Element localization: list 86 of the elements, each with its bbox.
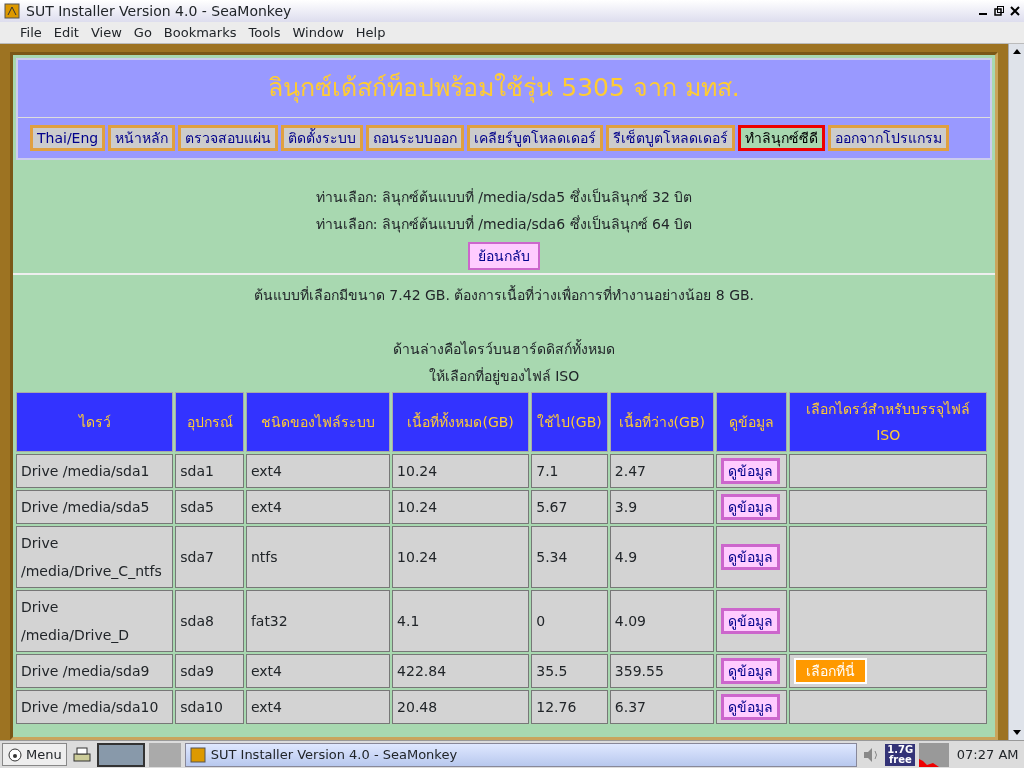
- table-cell: 20.48: [392, 690, 530, 725]
- close-icon[interactable]: [1010, 6, 1020, 16]
- table-cell: ext4: [245, 654, 391, 689]
- size-note: ต้นแบบที่เลือกมีขนาด 7.42 GB. ต้องการเนื้อที่ว่างเพื่อการที่ทำงานอย่างน้อย 8 GB.: [252, 284, 756, 306]
- info-button[interactable]: ดูข้อมูล: [720, 694, 780, 721]
- clock: 07:27 AM: [955, 745, 1020, 764]
- column-header: ใช้ไป(GB): [531, 392, 608, 453]
- table-cell: 35.5: [531, 654, 608, 689]
- nav-button[interactable]: เคลียร์บูตโหลดเดอร์: [467, 124, 604, 152]
- column-header: ไดรว์: [16, 392, 174, 453]
- info-button[interactable]: ดูข้อมูล: [720, 494, 780, 521]
- menu-item[interactable]: Bookmarks: [157, 22, 243, 43]
- instruction-text: ให้เลือกที่อยู่ของไฟล์ ISO: [427, 366, 581, 387]
- table-cell: Drive /media/sda5: [16, 490, 174, 525]
- table-cell: Drive /media/Drive_D: [16, 590, 174, 653]
- taskbar-button[interactable]: SUT Installer Version 4.0 - SeaMonkey: [184, 742, 858, 767]
- table-cell: 359.55: [609, 654, 714, 689]
- table-cell: 6.37: [609, 690, 714, 725]
- table-cell: 4.09: [609, 590, 714, 653]
- nav-button[interactable]: ตรวจสอบแผ่น: [178, 124, 279, 152]
- column-header: ชนิดของไฟล์ระบบ: [245, 392, 391, 453]
- selection-text: ท่านเลือก: ลินุกซ์ต้นแบบที่ /media/sda6 ซึ่งเป็นลินุกซ์ 64 บิต: [314, 214, 694, 235]
- table-cell: Drive /media/Drive_C_ntfs: [16, 526, 174, 589]
- restore-icon[interactable]: [994, 6, 1004, 16]
- app-icon: [4, 3, 20, 19]
- table-cell: ext4: [245, 454, 391, 489]
- menu-button[interactable]: Menu: [2, 742, 67, 767]
- table-cell: 422.84: [392, 654, 530, 689]
- menu-item[interactable]: File: [14, 22, 48, 43]
- window-title: SUT Installer Version 4.0 - SeaMonkey: [26, 1, 293, 21]
- menu-item[interactable]: Tools: [242, 22, 287, 43]
- table-cell: ext4: [245, 490, 391, 525]
- table-cell: sda1: [175, 454, 244, 489]
- table-cell: 7.1: [531, 454, 608, 489]
- table-cell: Drive /media/sda10: [16, 690, 174, 725]
- table-cell: 12.76: [531, 690, 608, 725]
- column-header: ดูข้อมูล: [715, 392, 788, 453]
- table-cell: sda5: [175, 490, 244, 525]
- table-cell: 3.9: [609, 490, 714, 525]
- table-cell: ext4: [245, 690, 391, 725]
- table-cell: 5.34: [531, 526, 608, 589]
- selection-text: ท่านเลือก: ลินุกซ์ต้นแบบที่ /media/sda5 ซึ่งเป็นลินุกซ์ 32 บิต: [314, 187, 694, 208]
- table-cell: sda7: [175, 526, 244, 589]
- nav-button[interactable]: รีเซ็ตบูตโหลดเดอร์: [606, 124, 736, 152]
- table-cell: 4.1: [392, 590, 530, 653]
- menu-item[interactable]: Go: [127, 22, 158, 43]
- memory-indicator: 1.7G free: [885, 743, 916, 766]
- table-cell: 2.47: [609, 454, 714, 489]
- page-title: ลินุกซ์เด้สก์ท็อปพร้อมใช้รุ่น 5305 จาก มทส.: [18, 60, 990, 118]
- nav-button[interactable]: ถอนระบบออก: [366, 124, 465, 152]
- nav-button[interactable]: ทำลินุกซ์ซีดี: [738, 124, 826, 152]
- menu-logo-icon: [7, 746, 23, 763]
- info-button[interactable]: ดูข้อมูล: [720, 458, 780, 485]
- menu-item[interactable]: Window: [286, 22, 350, 43]
- instruction-text: ด้านล่างคือไดรว์บนฮาร์ดดิสก์ทั้งหมด: [392, 338, 616, 360]
- app-icon: [189, 746, 206, 763]
- menu-item[interactable]: Help: [349, 22, 392, 43]
- table-cell: Drive /media/sda9: [16, 654, 174, 689]
- info-button[interactable]: ดูข้อมูล: [720, 658, 780, 685]
- info-button[interactable]: ดูข้อมูล: [720, 544, 780, 571]
- column-header: อุปกรณ์: [175, 392, 244, 453]
- table-cell: fat32: [245, 590, 391, 653]
- table-cell: sda9: [175, 654, 244, 689]
- column-header: เนื้อที่ทั้งหมด(GB): [392, 392, 530, 453]
- table-cell: sda8: [175, 590, 244, 653]
- workspace-button[interactable]: [96, 742, 145, 767]
- table-cell: 4.9: [609, 526, 714, 589]
- table-cell: 0: [531, 590, 608, 653]
- table-cell: 10.24: [392, 490, 530, 525]
- back-button[interactable]: ย้อนกลับ: [468, 241, 540, 270]
- table-cell: Drive /media/sda1: [16, 454, 174, 489]
- menu-item[interactable]: View: [84, 22, 128, 43]
- table-cell: ntfs: [245, 526, 391, 589]
- table-cell: sda10: [175, 690, 244, 725]
- info-button[interactable]: ดูข้อมูล: [720, 608, 780, 635]
- nav-button[interactable]: Thai/Eng: [30, 124, 106, 152]
- table-cell: 10.24: [392, 454, 530, 489]
- nav-button[interactable]: ติดตั้งระบบ: [281, 124, 364, 152]
- column-header: เนื้อที่ว่าง(GB): [609, 392, 714, 453]
- printer-icon[interactable]: [70, 744, 93, 765]
- nav-button[interactable]: หน้าหลัก: [108, 124, 176, 152]
- nav-button[interactable]: ออกจากโปรแกรม: [828, 124, 950, 152]
- column-header: เลือกไดรว์สำหรับบรรจุไฟล์ ISO: [789, 392, 987, 453]
- menu-item[interactable]: Edit: [47, 22, 85, 43]
- table-cell: 10.24: [392, 526, 530, 589]
- table-cell: 5.67: [531, 490, 608, 525]
